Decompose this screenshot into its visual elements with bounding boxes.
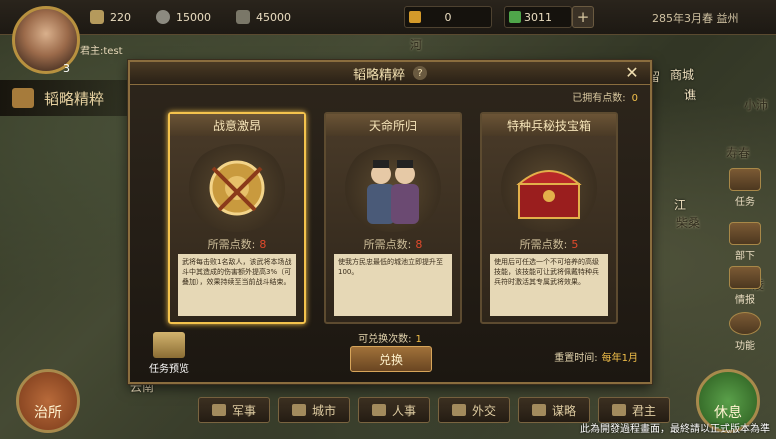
card-mandate-of-heaven[interactable]: 天命所归 所需点数: 8 使我方民忠最低的城池立即提升至100。 xyxy=(324,112,462,324)
owned-points-value: 0 xyxy=(631,93,638,104)
map-label-xiaopei: 小沛 xyxy=(744,98,769,112)
gong-icon xyxy=(185,144,289,232)
owned-points-label: 已拥有点数: xyxy=(572,93,626,104)
reset-time-value: 每年1月 xyxy=(601,353,638,364)
resource-coins-value: 15000 xyxy=(176,10,211,24)
nav-lord-label: 君主 xyxy=(631,403,656,418)
nav-diplomacy-label: 外交 xyxy=(471,403,496,418)
player-name: 君主:test xyxy=(80,46,123,57)
personnel-icon xyxy=(371,404,386,416)
side-button-subordinates-label: 部下 xyxy=(735,251,755,262)
subordinates-icon xyxy=(729,222,761,245)
grain-icon xyxy=(90,10,104,24)
map-label-jin: 谯 xyxy=(684,88,697,102)
close-button[interactable]: ✕ xyxy=(624,65,640,81)
card-description: 使用后可任选一个不可培养的高级技能，该技能可让武将佩戴特种兵兵符时激活其专属武将… xyxy=(490,254,608,316)
map-label-shangcheng: 商城 xyxy=(670,68,695,82)
card-cost-label: 所需点数: xyxy=(519,238,568,251)
exchange-count-value: 1 xyxy=(415,334,422,345)
side-button-intel[interactable]: 情报 xyxy=(720,266,770,306)
card-cost-label: 所需点数: xyxy=(207,238,256,251)
resource-troops: 45000 xyxy=(236,8,291,26)
card-description: 武将每击败1名敌人，该武将本场战斗中其造成的伤害额外提高3%（可叠加），效果持续… xyxy=(178,254,296,316)
treasure-chest-icon xyxy=(497,144,601,232)
card-description: 使我方民忠最低的城池立即提升至100。 xyxy=(334,254,452,316)
map-label-jiang: 江 xyxy=(674,198,687,212)
exchange-count-label: 可兑换次数: xyxy=(358,334,412,345)
task-icon xyxy=(729,168,761,191)
resource-food-value: 220 xyxy=(110,10,131,24)
owned-points: 已拥有点数: 0 xyxy=(572,89,638,104)
nav-strategy-label: 谋略 xyxy=(551,403,576,418)
strategy-icon xyxy=(531,404,546,416)
game-date: 285年3月春 益州 xyxy=(652,12,739,25)
nav-military-button[interactable]: 军事 xyxy=(198,397,270,423)
intel-icon xyxy=(729,266,761,289)
chest-icon xyxy=(12,88,34,108)
nav-personnel-label: 人事 xyxy=(391,403,416,418)
nav-diplomacy-button[interactable]: 外交 xyxy=(438,397,510,423)
gold-value: 0 xyxy=(444,10,452,24)
reset-time-label: 重置时间: xyxy=(554,353,598,364)
side-button-functions[interactable]: 功能 xyxy=(720,312,770,352)
zhisuo-label: 治所 xyxy=(34,405,62,421)
gold-icon xyxy=(409,11,421,23)
card-cost: 所需点数: 8 xyxy=(326,236,460,252)
resource-coins: 15000 xyxy=(156,8,211,26)
zhisuo-button[interactable]: 治所 xyxy=(16,369,80,433)
nav-military-label: 军事 xyxy=(231,403,256,418)
dev-notice: 此為開發過程畫面，最終請以正式版本為準 xyxy=(580,424,770,435)
coin-icon xyxy=(156,10,170,24)
lord-icon xyxy=(611,404,626,416)
nav-personnel-button[interactable]: 人事 xyxy=(358,397,430,423)
map-label-river: 河 xyxy=(410,38,423,52)
card-title: 特种兵秘技宝箱 xyxy=(482,114,616,136)
nav-city-label: 城市 xyxy=(311,403,336,418)
map-label-chaisang: 柴桑 xyxy=(676,216,701,230)
nav-city-button[interactable]: 城市 xyxy=(278,397,350,423)
card-cost-value: 8 xyxy=(415,238,423,251)
card-battle-spirit[interactable]: 战意激昂 所需点数: 8 武将每击败1名敌人，该武将本场战斗中其造成的伤害额外提高… xyxy=(168,112,306,324)
left-panel-title: 韬略精粹 xyxy=(0,80,136,116)
resource-troops-value: 45000 xyxy=(256,10,291,24)
officials-icon xyxy=(341,144,445,232)
jade-icon xyxy=(509,11,521,23)
strategy-essence-dialog: 韬略精粹 ? ✕ 已拥有点数: 0 战意激昂 所需点数: 8 武将每击败1名敌人，该… xyxy=(128,60,652,384)
gold-display: 0 xyxy=(404,6,492,28)
card-cost-value: 5 xyxy=(571,238,579,251)
card-title: 天命所归 xyxy=(326,114,460,136)
top-resource-bar: 220 15000 45000 0 3011 + 285年3月春 益州 xyxy=(0,0,776,35)
troops-icon xyxy=(236,10,250,24)
card-cost: 所需点数: 5 xyxy=(482,236,616,252)
side-button-task-label: 任务 xyxy=(735,197,755,208)
map-label-shouchun: 寿春 xyxy=(726,146,751,160)
side-button-task[interactable]: 任务 xyxy=(720,168,770,208)
card-special-forces-chest[interactable]: 特种兵秘技宝箱 所需点数: 5 使用后可任选一个不可培养的高级技能，该技能可让武将… xyxy=(480,112,618,324)
military-icon xyxy=(211,404,226,416)
gear-icon xyxy=(729,312,761,335)
jade-value: 3011 xyxy=(524,10,552,24)
exchange-button[interactable]: 兑换 xyxy=(350,346,432,372)
handshake-icon xyxy=(451,404,466,416)
dialog-titlebar: 韬略精粹 ? xyxy=(130,62,650,85)
task-preview-label: 任务预览 xyxy=(149,364,189,375)
side-button-functions-label: 功能 xyxy=(735,341,755,352)
side-button-intel-label: 情报 xyxy=(735,295,755,306)
exchange-count: 可兑换次数: 1 xyxy=(130,330,650,345)
card-cost-value: 8 xyxy=(259,238,267,251)
rest-label: 休息 xyxy=(714,405,742,421)
card-cost: 所需点数: 8 xyxy=(170,236,304,252)
help-icon[interactable]: ? xyxy=(413,66,427,80)
dialog-title: 韬略精粹 xyxy=(352,67,405,83)
add-currency-button[interactable]: + xyxy=(572,6,594,28)
resource-food: 220 xyxy=(90,8,131,26)
jade-display: 3011 xyxy=(504,6,572,28)
side-button-subordinates[interactable]: 部下 xyxy=(720,222,770,262)
player-level: 3 xyxy=(63,62,70,75)
card-title: 战意激昂 xyxy=(170,114,304,136)
card-cost-label: 所需点数: xyxy=(363,238,412,251)
left-title-text: 韬略精粹 xyxy=(44,89,105,108)
reset-time: 重置时间: 每年1月 xyxy=(554,349,638,364)
city-icon xyxy=(291,404,306,416)
